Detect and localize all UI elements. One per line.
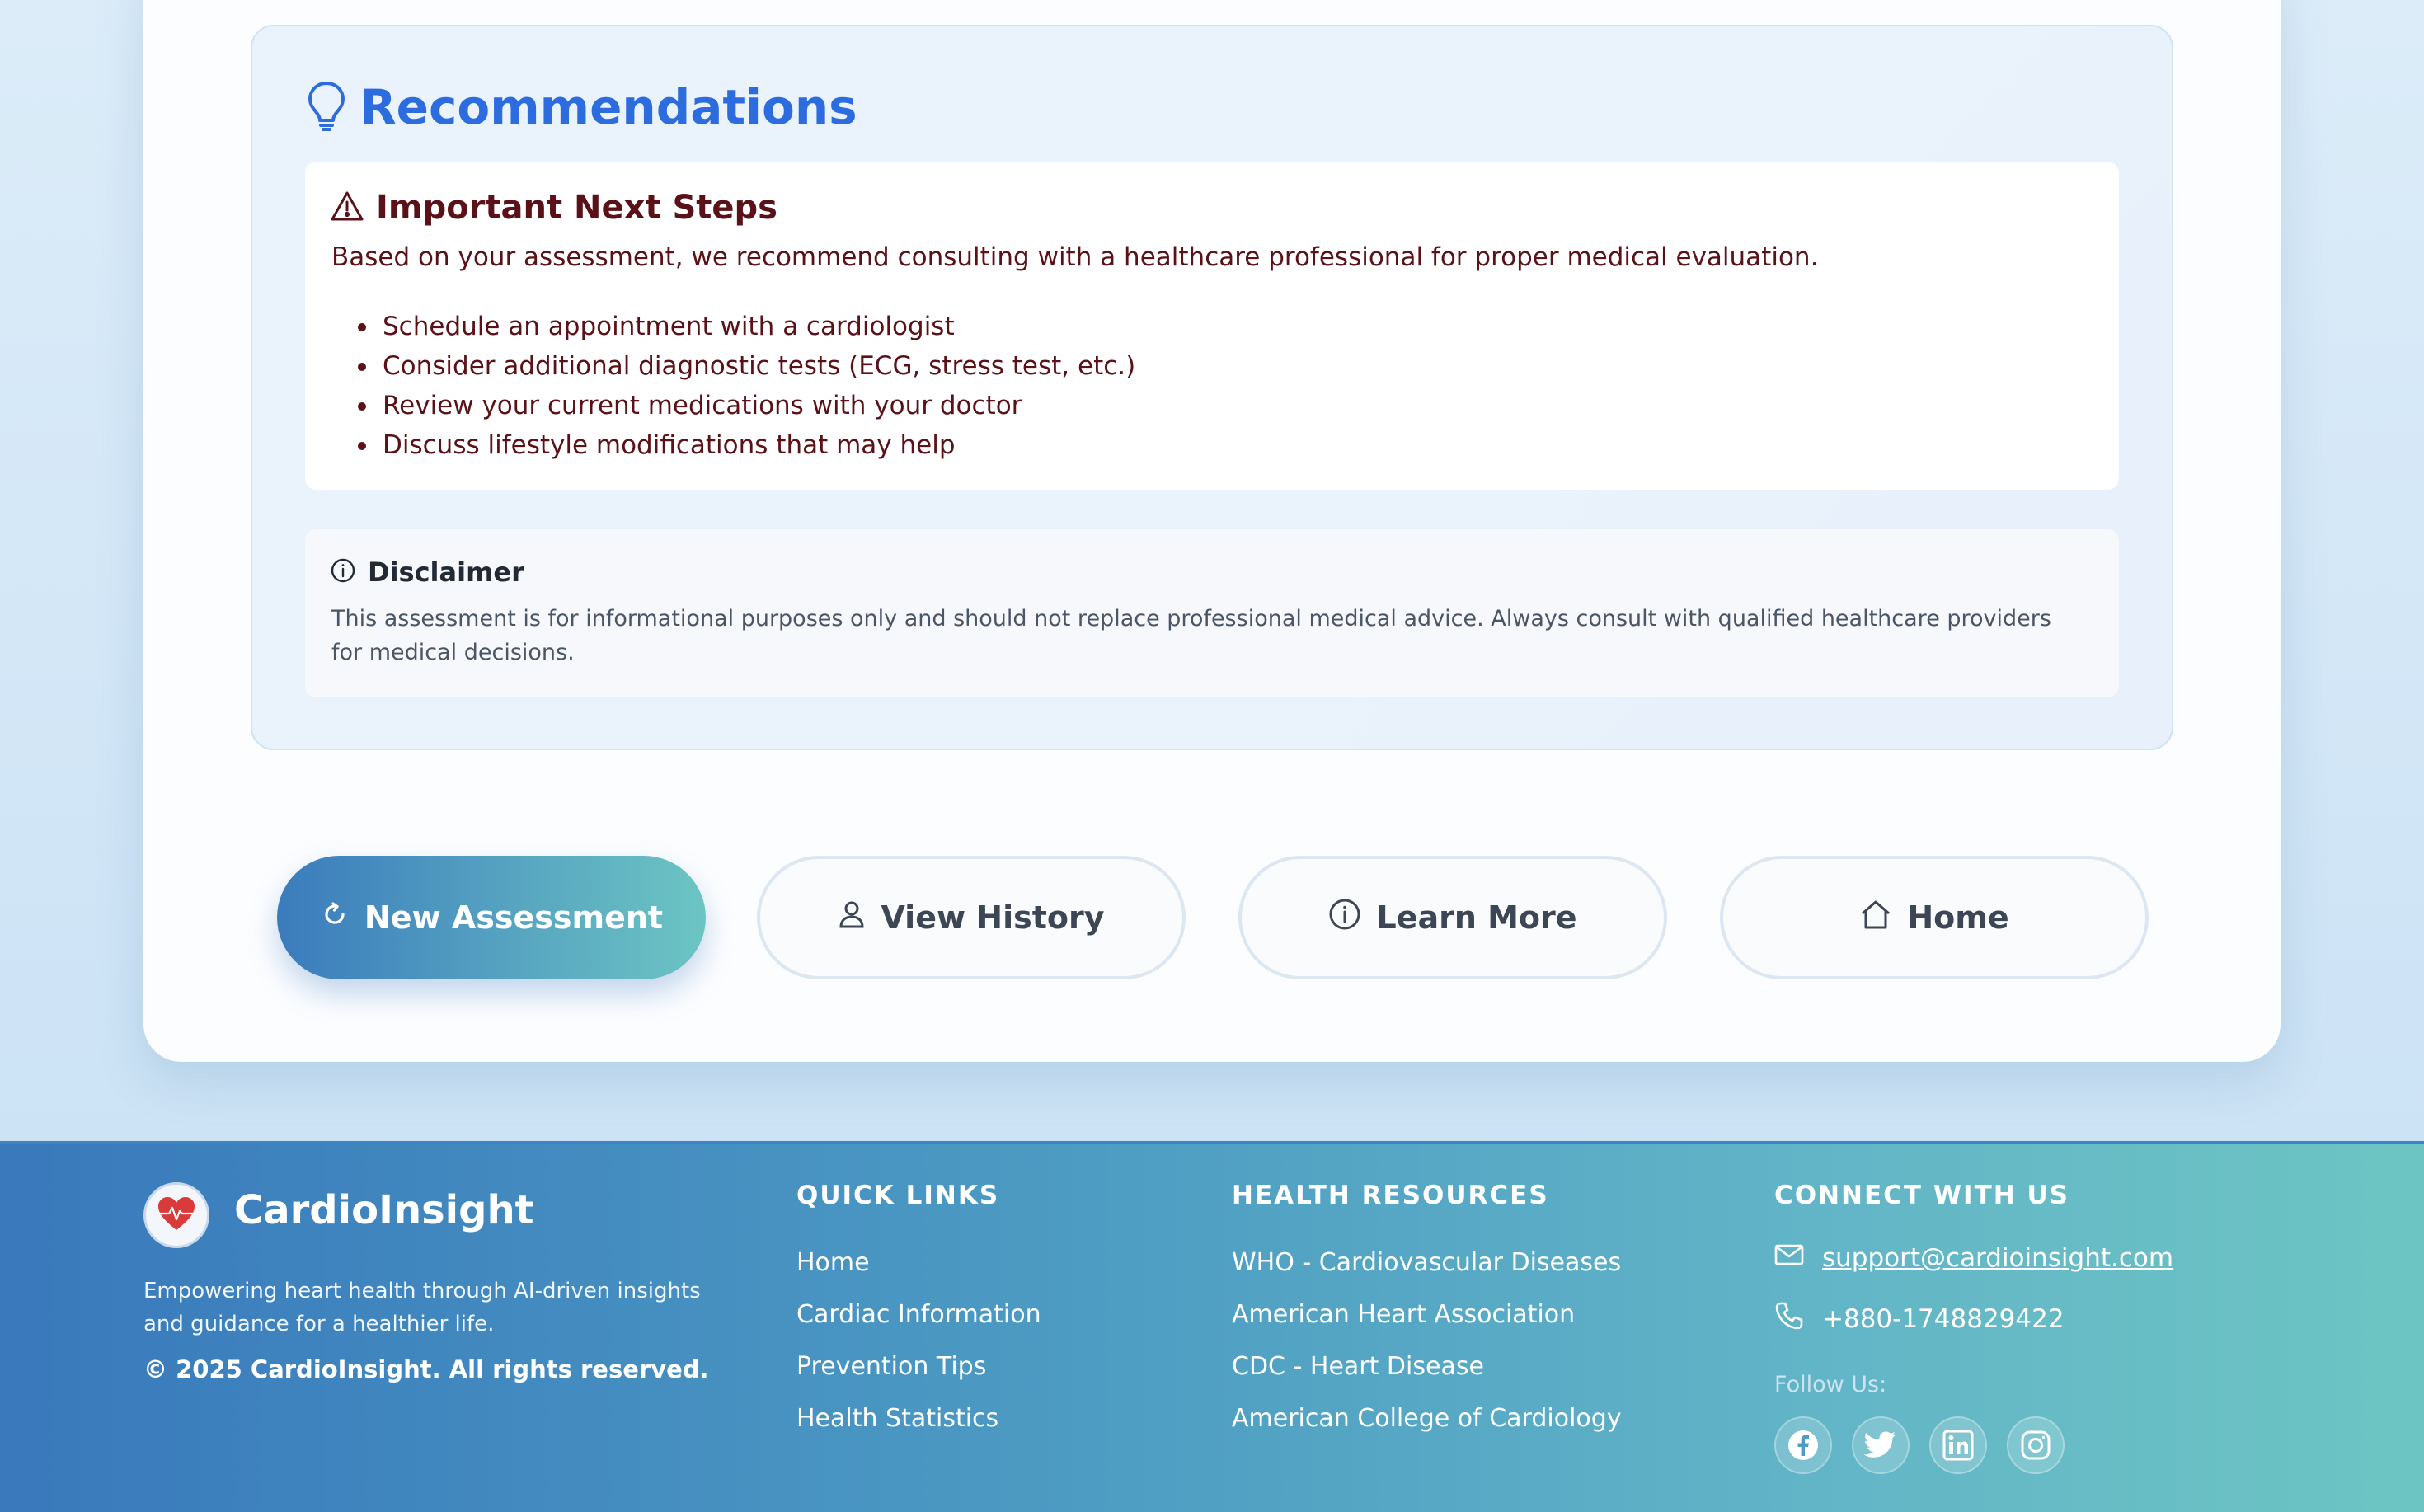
footer-link-home[interactable]: Home — [796, 1237, 1041, 1289]
list-item: Consider additional diagnostic tests (EC… — [358, 346, 1135, 386]
view-history-label: View History — [881, 899, 1105, 936]
next-steps-title: Important Next Steps — [376, 189, 777, 227]
linkedin-icon[interactable] — [1929, 1416, 1987, 1474]
list-item: Discuss lifestyle modifications that may… — [358, 425, 1135, 465]
lightbulb-icon — [307, 80, 346, 134]
health-resources-title: HEALTH RESOURCES — [1232, 1181, 1549, 1210]
new-assessment-label: New Assessment — [364, 899, 664, 936]
footer-link-prevention-tips[interactable]: Prevention Tips — [796, 1341, 1041, 1392]
footer-tagline: Empowering heart health through AI-drive… — [143, 1279, 701, 1336]
footer-link-cardiac-information[interactable]: Cardiac Information — [796, 1289, 1041, 1341]
view-history-button[interactable]: View History — [757, 856, 1186, 979]
footer-link-acc[interactable]: American College of Cardiology — [1232, 1392, 1622, 1444]
phone-number[interactable]: +880-1748829422 — [1822, 1304, 2065, 1334]
heart-pulse-icon — [156, 1195, 197, 1235]
home-button[interactable]: Home — [1720, 856, 2149, 979]
learn-more-label: Learn More — [1376, 899, 1577, 936]
connect-title: CONNECT WITH US — [1774, 1181, 2069, 1210]
contact-email: support@cardioinsight.com — [1774, 1243, 2173, 1273]
home-icon — [1859, 899, 1892, 937]
learn-more-button[interactable]: Learn More — [1238, 856, 1667, 979]
info-icon — [1328, 898, 1361, 938]
footer-link-who[interactable]: WHO - Cardiovascular Diseases — [1232, 1237, 1622, 1289]
social-links — [1774, 1416, 2065, 1474]
facebook-icon[interactable] — [1774, 1416, 1832, 1474]
footer-link-cdc[interactable]: CDC - Heart Disease — [1232, 1341, 1622, 1392]
list-item: Review your current medications with you… — [358, 386, 1135, 425]
contact-phone: +880-1748829422 — [1774, 1301, 2065, 1337]
info-icon — [330, 557, 356, 587]
follow-us-label: Follow Us: — [1774, 1372, 1887, 1397]
mail-icon — [1774, 1243, 1804, 1273]
quick-links-title: QUICK LINKS — [796, 1181, 1000, 1210]
new-assessment-button[interactable]: New Assessment — [277, 856, 706, 979]
disclaimer-heading: Disclaimer — [330, 554, 524, 590]
footer-link-aha[interactable]: American Heart Association — [1232, 1289, 1622, 1341]
instagram-icon[interactable] — [2007, 1416, 2065, 1474]
next-steps-heading: Important Next Steps — [330, 185, 777, 231]
refresh-icon — [320, 899, 350, 937]
recommendations-heading: Recommendations — [307, 76, 857, 139]
brand-logo[interactable] — [143, 1182, 209, 1248]
next-steps-intro: Based on your assessment, we recommend c… — [331, 242, 1819, 272]
list-item: Schedule an appointment with a cardiolog… — [358, 307, 1135, 346]
health-resources-list: WHO - Cardiovascular Diseases American H… — [1232, 1237, 1622, 1444]
footer-link-health-statistics[interactable]: Health Statistics — [796, 1392, 1041, 1444]
disclaimer-title: Disclaimer — [368, 556, 524, 588]
disclaimer-text: This assessment is for informational pur… — [331, 606, 2051, 665]
footer-copyright: © 2025 CardioInsight. All rights reserve… — [143, 1355, 709, 1383]
next-steps-list: Schedule an appointment with a cardiolog… — [358, 307, 1135, 465]
footer-brand: CardioInsight — [234, 1187, 534, 1233]
phone-icon — [1774, 1301, 1804, 1337]
user-icon — [838, 899, 866, 937]
recommendations-title: Recommendations — [359, 79, 857, 135]
quick-links-list: Home Cardiac Information Prevention Tips… — [796, 1237, 1041, 1444]
twitter-icon[interactable] — [1852, 1416, 1910, 1474]
email-link[interactable]: support@cardioinsight.com — [1822, 1243, 2173, 1273]
home-label: Home — [1907, 899, 2009, 936]
warning-triangle-icon — [330, 190, 364, 225]
